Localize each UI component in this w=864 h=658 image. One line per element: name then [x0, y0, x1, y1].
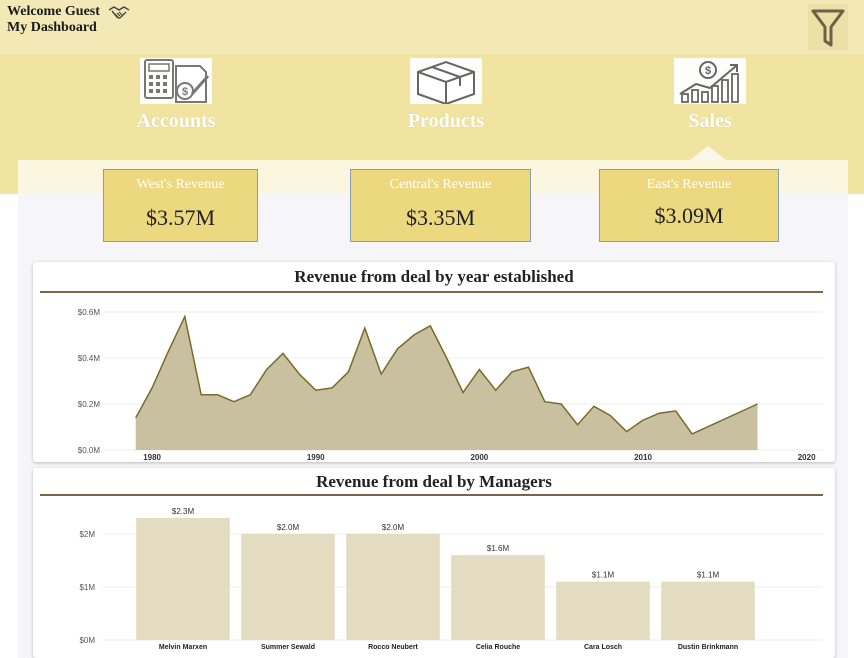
bar[interactable] [136, 518, 230, 640]
svg-text:$: $ [705, 65, 711, 77]
area-fill [135, 316, 758, 450]
kpi-value: $3.09M [654, 203, 724, 228]
nav-item-products[interactable]: Products [404, 58, 488, 133]
x-category-label: Rocco Neubert [368, 644, 418, 651]
x-category-label: Dustin Brinkmann [678, 644, 738, 651]
x-category-label: Celia Rouche [476, 644, 520, 651]
bar-data-label: $1.1M [592, 571, 615, 580]
x-category-label: Summer Sewald [261, 644, 315, 651]
calculator-document-icon: $ [140, 58, 212, 104]
kpi-value: $3.57M [145, 205, 216, 230]
x-tick-label: 1980 [143, 453, 161, 462]
bar[interactable] [346, 533, 440, 640]
bar-chart-card: Revenue from deal by Managers $0M $1M $2M $… [33, 468, 835, 658]
area-chart: $0.0M $0.2M $0.4M $0.6M 1980 1990 2000 2010 2020 [78, 308, 823, 462]
x-category-label: Melvin Marxen [159, 644, 207, 651]
nav-item-accounts[interactable]: $ Accounts [136, 58, 216, 133]
bar[interactable] [556, 581, 650, 640]
nav-label-products: Products [407, 110, 485, 132]
handshake-icon [108, 5, 130, 26]
kpi-title: East's Revenue [646, 177, 732, 192]
nav-item-sales[interactable]: $ Sales [668, 58, 752, 133]
bar[interactable] [661, 581, 755, 640]
bar-data-label: $2.0M [382, 523, 405, 532]
x-category-label: Cara Losch [584, 644, 622, 651]
y-tick-label: $2M [79, 530, 95, 539]
box-icon [410, 58, 482, 104]
kpi-value: $3.35M [405, 205, 476, 230]
filter-button[interactable] [808, 4, 848, 50]
bar-chart: $0M $1M $2M $2.3M Melvin Marxen $2.0M Summer S… [79, 507, 823, 651]
welcome-text: Welcome Guest [7, 4, 100, 19]
bar[interactable] [451, 555, 545, 640]
y-tick-label: $0.2M [78, 400, 101, 409]
nav-label-accounts: Accounts [136, 110, 216, 132]
y-tick-label: $1M [79, 583, 95, 592]
bar-data-label: $1.1M [697, 571, 720, 580]
x-tick-label: 2000 [470, 453, 488, 462]
svg-text:$: $ [182, 86, 188, 98]
x-tick-label: 2020 [798, 453, 816, 462]
area-chart-card: Revenue from deal by year established $0… [33, 262, 835, 462]
y-tick-label: $0.0M [78, 446, 101, 455]
bar-data-label: $1.6M [487, 544, 510, 553]
bar-data-label: $2.0M [277, 523, 300, 532]
kpi-title: Central's Revenue [389, 177, 492, 192]
active-tab-caret [690, 146, 726, 160]
bar[interactable] [241, 533, 335, 640]
kpi-title: West's Revenue [136, 177, 225, 192]
y-tick-label: $0.4M [78, 354, 101, 363]
nav-label-sales: Sales [688, 110, 732, 132]
greeting: Welcome Guest My Dashboard [7, 4, 100, 36]
x-tick-label: 1990 [307, 453, 325, 462]
y-tick-label: $0.6M [78, 308, 101, 317]
top-bar: Welcome Guest My Dashboard [0, 0, 864, 54]
x-tick-label: 2010 [634, 453, 652, 462]
kpi-card-central: Central's Revenue $3.35M [350, 169, 531, 242]
kpi-card-east: East's Revenue $3.09M [599, 169, 779, 242]
kpi-card-west: West's Revenue $3.57M [103, 169, 258, 242]
dashboard-title: My Dashboard [7, 20, 97, 35]
sales-growth-icon: $ [674, 58, 746, 104]
y-tick-label: $0M [79, 636, 95, 645]
filter-icon [811, 9, 845, 47]
bar-data-label: $2.3M [172, 507, 195, 516]
